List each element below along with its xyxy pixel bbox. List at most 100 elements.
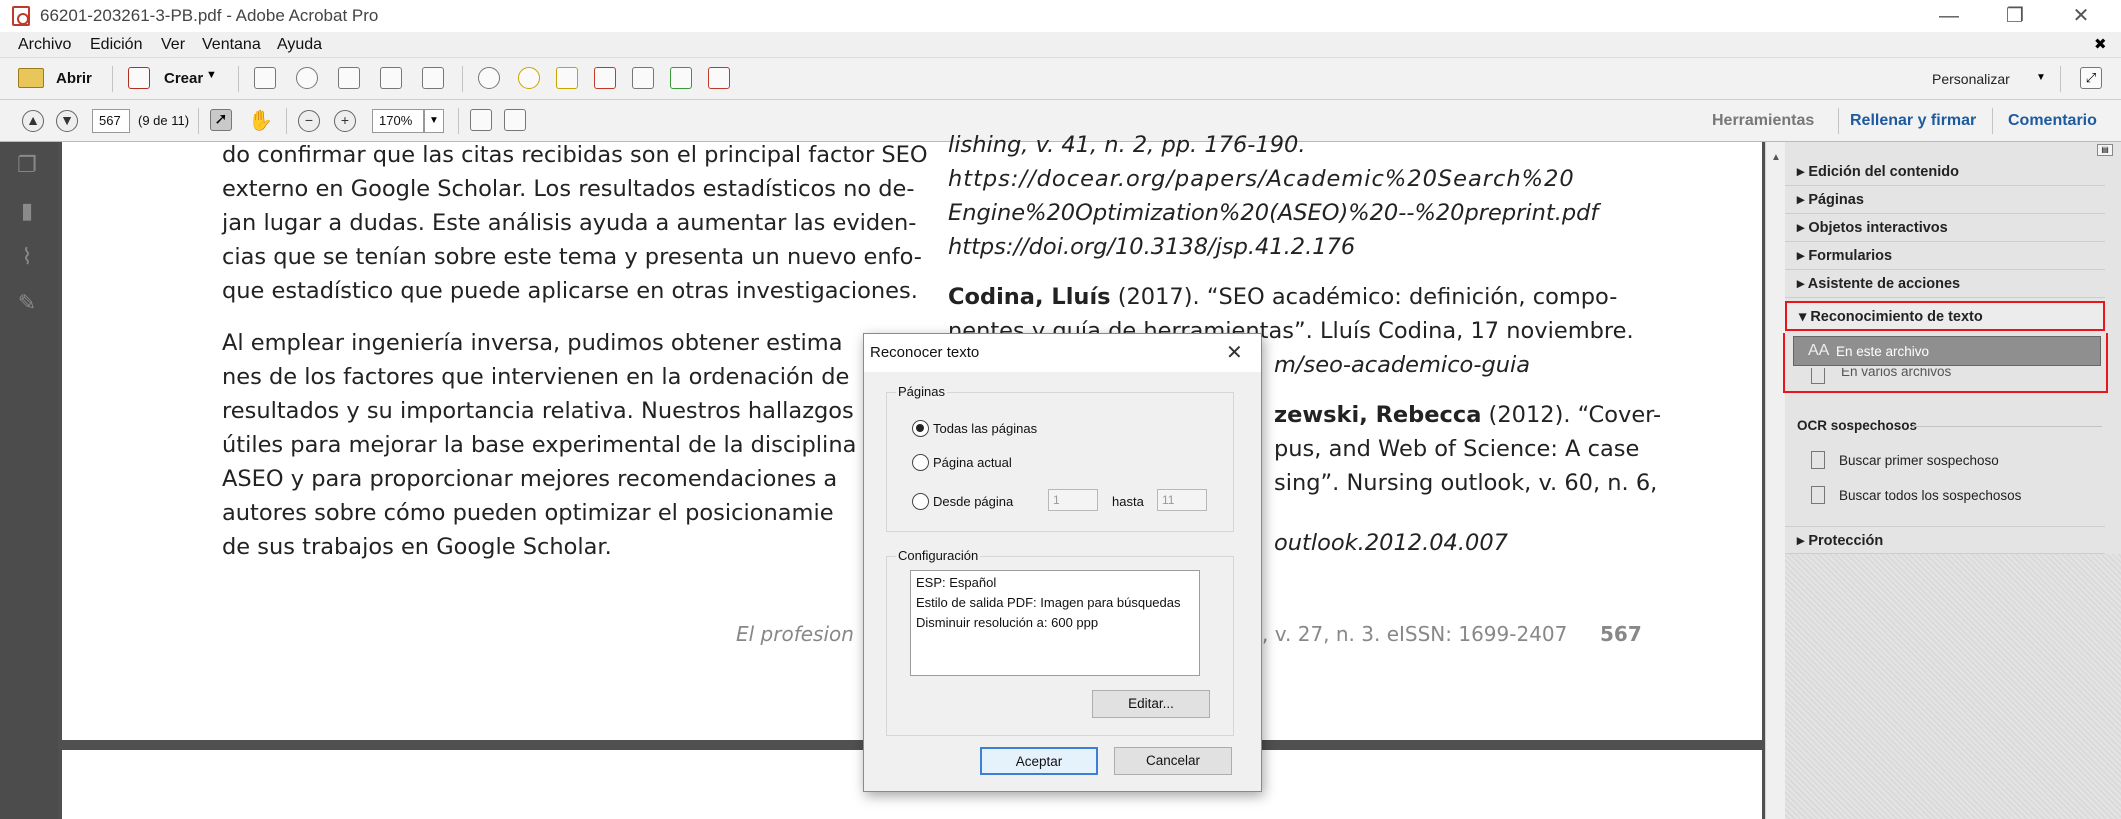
body-line: autores sobre cómo pueden optimizar el p… [222, 500, 834, 526]
attachments-icon[interactable]: ⌇ [14, 244, 40, 270]
section-interactive-objects[interactable]: ▸ Objetos interactivos [1785, 214, 2105, 242]
chevron-down-icon[interactable]: ▼ [206, 69, 217, 81]
radio-all-pages[interactable] [912, 420, 929, 437]
menu-edicion[interactable]: Edición [90, 36, 142, 54]
redact-icon[interactable] [594, 67, 616, 89]
radio-all-pages-label[interactable]: Todas las páginas [933, 421, 1037, 436]
zoom-out-button[interactable]: − [298, 110, 320, 132]
vertical-scrollbar[interactable]: ▲ [1765, 142, 1785, 819]
section-action-wizard[interactable]: ▸ Asistente de acciones [1785, 270, 2105, 298]
edit-icon[interactable] [380, 67, 402, 89]
toolbar-separator [198, 108, 199, 134]
dialog-close-icon[interactable]: ✕ [1226, 340, 1243, 365]
section-protection[interactable]: ▸ Protección [1785, 526, 2105, 554]
hand-tool-icon[interactable]: ✋ [248, 108, 273, 133]
menu-ver[interactable]: Ver [161, 36, 185, 54]
config-output-style: Estilo de salida PDF: Imagen para búsque… [916, 595, 1181, 610]
cloud-upload-icon[interactable] [296, 67, 318, 89]
radio-page-range-label[interactable]: Desde página [933, 494, 1013, 509]
close-button[interactable]: ✕ [2050, 0, 2112, 32]
document-search-icon[interactable] [632, 67, 654, 89]
section-content-editing[interactable]: ▸ Edición del contenido [1785, 158, 2105, 186]
save-icon[interactable] [254, 67, 276, 89]
comment-icon[interactable] [518, 67, 540, 89]
files-icon [1811, 368, 1825, 384]
config-resolution: Disminuir resolución a: 600 ppp [916, 615, 1099, 630]
to-page-input[interactable]: 11 [1157, 489, 1207, 511]
body-line: do confirmar que las citas recibidas son… [222, 142, 928, 168]
create-button[interactable]: Crear [164, 70, 203, 87]
close-document-icon[interactable]: ✖ [2094, 35, 2107, 53]
menu-archivo[interactable]: Archivo [18, 36, 71, 54]
divider [1912, 426, 2102, 427]
highlight-icon[interactable] [556, 67, 578, 89]
open-folder-icon[interactable] [18, 68, 44, 88]
email-icon[interactable] [422, 67, 444, 89]
toolbar-separator [458, 108, 459, 134]
toolbar-separator [112, 66, 113, 92]
open-button[interactable]: Abrir [56, 70, 92, 87]
radio-page-range[interactable] [912, 493, 929, 510]
window-title: 66201-203261-3-PB.pdf - Adobe Acrobat Pr… [40, 6, 379, 25]
section-text-recognition[interactable]: ▾ Reconocimiento de texto [1785, 301, 2105, 331]
reference-line: pus, and Web of Science: A case [1274, 436, 1640, 462]
reference-doi[interactable]: https://doi.org/10.3138/jsp.41.2.176 [948, 230, 1355, 264]
export-icon[interactable] [670, 67, 692, 89]
radio-current-page[interactable] [912, 454, 929, 471]
reference-url[interactable]: Engine%20Optimization%20(ASEO)%20--%20pr… [948, 196, 1598, 230]
zoom-level-input[interactable]: 170% [372, 109, 424, 133]
item-in-this-file[interactable]: AA En este archivo [1793, 336, 2101, 366]
reference-url[interactable]: m/seo-academico-guia [1274, 348, 1530, 382]
zoom-dropdown-chevron-icon[interactable]: ▼ [424, 109, 444, 133]
edit-button[interactable]: Editar... [1092, 690, 1210, 718]
gear-icon[interactable] [478, 67, 500, 89]
customize-button[interactable]: Personalizar [1932, 71, 2010, 87]
next-page-button[interactable]: ▼ [56, 110, 78, 132]
page-number-input[interactable]: 567 [92, 109, 130, 133]
print-icon[interactable] [338, 67, 360, 89]
dialog-titlebar: Reconocer texto ✕ [864, 334, 1261, 372]
expand-icon[interactable]: ⤢ [2080, 67, 2102, 89]
fit-width-icon[interactable] [504, 109, 526, 131]
reference-line: zewski, Rebecca (2012). “Cover- [1274, 398, 1661, 432]
fit-page-icon[interactable] [470, 109, 492, 131]
previous-page-button[interactable]: ▲ [22, 110, 44, 132]
menu-ayuda[interactable]: Ayuda [277, 36, 322, 54]
body-line: de sus trabajos en Google Scholar. [222, 534, 612, 560]
panel-empty-area [1785, 554, 2121, 819]
cancel-button[interactable]: Cancelar [1114, 747, 1232, 775]
toolbar-separator [462, 66, 463, 92]
body-line: útiles para mejorar la base experimental… [222, 432, 857, 458]
minimize-button[interactable]: — [1918, 0, 1980, 32]
chevron-right-icon: ▸ [1797, 248, 1809, 264]
section-pages[interactable]: ▸ Páginas [1785, 186, 2105, 214]
body-line: jan lugar a dudas. Este análisis ayuda a… [222, 210, 917, 236]
signatures-icon[interactable]: ✎ [14, 290, 40, 316]
reference-text: (2017). “SEO académico: definición, comp… [1110, 284, 1618, 310]
sign-icon[interactable] [708, 67, 730, 89]
maximize-button[interactable]: ❐ [1984, 0, 2046, 32]
reference-doi[interactable]: outlook.2012.04.007 [1274, 526, 1508, 560]
section-forms[interactable]: ▸ Formularios [1785, 242, 2105, 270]
tab-fill-sign[interactable]: Rellenar y firmar [1850, 112, 1976, 130]
chevron-down-icon[interactable]: ▼ [2036, 72, 2046, 83]
item-multiple-files[interactable]: En varios archivos [1793, 368, 2101, 392]
accept-button[interactable]: Aceptar [980, 747, 1098, 775]
tab-comment[interactable]: Comentario [2008, 112, 2097, 130]
radio-current-page-label[interactable]: Página actual [933, 455, 1012, 470]
config-language: ESP: Español [916, 575, 997, 590]
body-line: que estadístico que puede aplicarse en o… [222, 278, 918, 304]
create-pdf-icon[interactable] [128, 67, 150, 89]
page-thumbnails-icon[interactable]: ❐ [14, 152, 40, 178]
menu-ventana[interactable]: Ventana [202, 36, 261, 54]
reference-author: zewski, Rebecca [1274, 402, 1482, 428]
select-tool-icon[interactable]: ➚ [210, 109, 232, 131]
panel-options-icon[interactable]: ▤ [2097, 144, 2113, 156]
bookmarks-icon[interactable]: ▮ [14, 198, 40, 224]
from-page-input[interactable]: 1 [1048, 489, 1098, 511]
reference-line: sing”. Nursing outlook, v. 60, n. 6, [1274, 470, 1658, 496]
zoom-in-button[interactable]: + [334, 110, 356, 132]
tab-tools[interactable]: Herramientas [1712, 112, 1814, 130]
scroll-up-icon[interactable]: ▲ [1771, 152, 1781, 163]
reference-url[interactable]: https://docear.org/papers/Academic%20Sea… [948, 162, 1575, 196]
